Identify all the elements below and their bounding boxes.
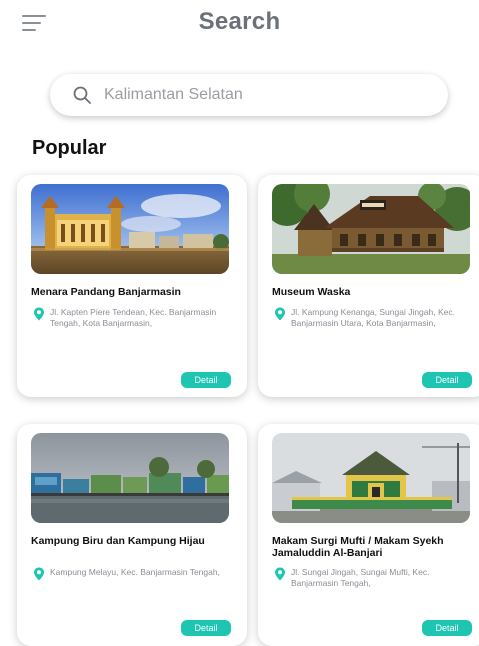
place-card-menara-pandang[interactable]: Menara Pandang Banjarmasin Jl. Kapten Pi… bbox=[17, 175, 247, 397]
place-address-text: Kampung Melayu, Kec. Banjarmasin Tengah, bbox=[50, 567, 220, 577]
detail-button[interactable]: Detail bbox=[181, 372, 231, 388]
location-pin-icon bbox=[275, 567, 285, 581]
place-address: Jl. Kampung Kenanga, Sungai Jingah, Kec.… bbox=[274, 307, 472, 328]
search-bar[interactable] bbox=[50, 74, 448, 116]
place-name: Museum Waska bbox=[272, 286, 351, 298]
place-photo bbox=[31, 184, 229, 274]
place-name: Menara Pandang Banjarmasin bbox=[31, 286, 181, 298]
place-address-text: Jl. Kapten Piere Tendean, Kec. Banjarmas… bbox=[50, 307, 217, 328]
place-address-text: Jl. Kampung Kenanga, Sungai Jingah, Kec.… bbox=[291, 307, 455, 328]
place-photo bbox=[31, 433, 229, 523]
detail-button[interactable]: Detail bbox=[422, 372, 472, 388]
place-card-kampung-biru[interactable]: Kampung Biru dan Kampung Hijau Kampung M… bbox=[17, 424, 247, 646]
location-pin-icon bbox=[34, 567, 44, 581]
detail-button[interactable]: Detail bbox=[181, 620, 231, 636]
search-input[interactable] bbox=[104, 86, 404, 104]
location-pin-icon bbox=[34, 307, 44, 321]
detail-button[interactable]: Detail bbox=[422, 620, 472, 636]
location-pin-icon bbox=[275, 307, 285, 321]
header: Search bbox=[0, 0, 479, 50]
place-address-text: Jl. Sungai Jingah, Sungai Mufti, Kec. Ba… bbox=[291, 567, 430, 588]
section-title-popular: Popular bbox=[32, 137, 107, 159]
place-card-makam-surgi-mufti[interactable]: Makam Surgi Mufti / Makam Syekh Jamaludd… bbox=[258, 424, 479, 646]
place-address: Jl. Kapten Piere Tendean, Kec. Banjarmas… bbox=[33, 307, 231, 328]
place-name: Kampung Biru dan Kampung Hijau bbox=[31, 535, 205, 547]
place-name: Makam Surgi Mufti / Makam Syekh Jamaludd… bbox=[272, 535, 444, 559]
place-address: Kampung Melayu, Kec. Banjarmasin Tengah, bbox=[33, 567, 231, 581]
place-photo bbox=[272, 433, 470, 523]
place-card-museum-waska[interactable]: Museum Waska Jl. Kampung Kenanga, Sungai… bbox=[258, 175, 479, 397]
search-icon bbox=[73, 86, 91, 104]
place-address: Jl. Sungai Jingah, Sungai Mufti, Kec. Ba… bbox=[274, 567, 472, 588]
page-title: Search bbox=[198, 8, 281, 35]
place-photo bbox=[272, 184, 470, 274]
